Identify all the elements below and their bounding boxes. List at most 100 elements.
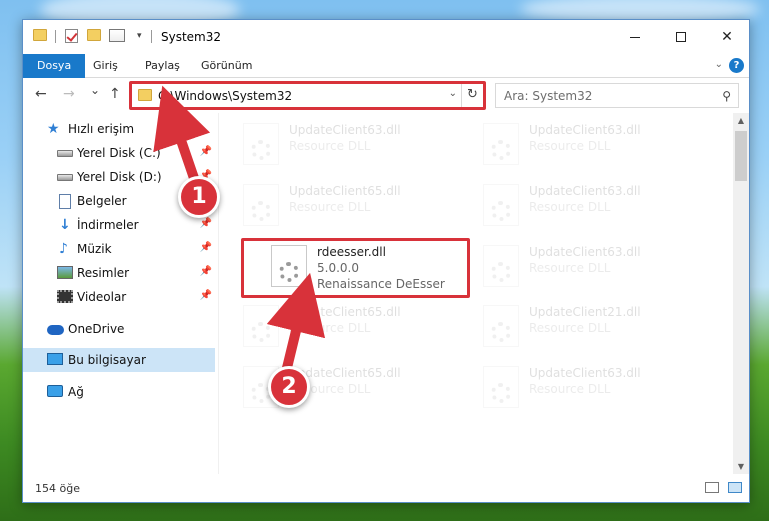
sidebar-item-label: Yerel Disk (C:) <box>77 146 161 160</box>
search-box[interactable]: Ara: System32 ⚲ <box>495 83 739 108</box>
disk-icon <box>57 174 73 181</box>
sidebar-item-label: Hızlı erişim <box>68 122 135 136</box>
minimize-button[interactable] <box>612 20 658 54</box>
window-title: System32 <box>161 30 222 44</box>
gear-icon <box>251 322 271 342</box>
sidebar-item-label: Resimler <box>77 266 130 280</box>
downloads-icon: ↓ <box>59 217 71 233</box>
sidebar-item-onedrive[interactable]: OneDrive <box>23 317 215 341</box>
tab-gorunum[interactable]: Görünüm <box>201 54 252 78</box>
file-type: Resource DLL <box>289 321 371 335</box>
new-folder-icon[interactable] <box>87 29 101 41</box>
close-button[interactable]: ✕ <box>704 20 750 54</box>
file-name: UpdateClient63.dll <box>289 123 401 137</box>
scroll-down-icon[interactable]: ▼ <box>733 459 749 475</box>
file-item[interactable]: UpdateClient21.dll Resource DLL <box>479 301 709 351</box>
toolbar-separator <box>151 30 152 43</box>
file-name: UpdateClient63.dll <box>529 245 641 259</box>
file-item[interactable]: UpdateClient65.dll Resource DLL <box>239 180 469 230</box>
search-icon[interactable]: ⚲ <box>722 89 731 103</box>
address-highlight <box>129 81 486 110</box>
sidebar-item-pictures[interactable]: Resimler 📌 <box>23 261 215 285</box>
file-item[interactable]: UpdateClient63.dll Resource DLL <box>479 119 709 169</box>
scroll-up-icon[interactable]: ▲ <box>733 113 749 129</box>
computer-icon <box>47 353 63 365</box>
pin-icon[interactable]: 📌 <box>200 218 212 229</box>
pin-icon[interactable]: 📌 <box>200 266 212 277</box>
dll-file-icon <box>483 245 519 287</box>
file-item[interactable]: UpdateClient63.dll Resource DLL <box>239 119 469 169</box>
gear-icon <box>251 201 271 221</box>
file-name: UpdateClient63.dll <box>529 184 641 198</box>
file-type: Resource DLL <box>529 261 611 275</box>
forward-button[interactable]: → <box>63 86 75 102</box>
navigation-pane: ★ Hızlı erişim Yerel Disk (C:) 📌 Yerel D… <box>23 113 218 475</box>
sidebar-item-label: OneDrive <box>68 322 125 336</box>
sidebar-item-downloads[interactable]: ↓ İndirmeler 📌 <box>23 213 215 237</box>
file-item[interactable]: UpdateClient63.dll Resource DLL <box>479 180 709 230</box>
gear-icon <box>491 322 511 342</box>
scrollbar-thumb[interactable] <box>735 131 747 181</box>
sidebar-item-music[interactable]: ♪ Müzik 📌 <box>23 237 215 261</box>
properties-check-icon[interactable] <box>65 29 78 43</box>
gear-icon <box>491 201 511 221</box>
quick-access-dropdown-icon[interactable]: ▾ <box>137 31 142 41</box>
explorer-window: ▾ System32 ✕ Dosya Giriş Paylaş Görünüm … <box>22 19 750 503</box>
tab-paylas[interactable]: Paylaş <box>145 54 180 78</box>
pictures-icon <box>57 266 73 279</box>
title-bar: ▾ System32 ✕ <box>23 20 749 54</box>
pin-icon[interactable]: 📌 <box>200 290 212 301</box>
up-button[interactable]: ↑ <box>109 86 121 102</box>
file-name: UpdateClient21.dll <box>529 305 641 319</box>
star-icon: ★ <box>47 121 60 137</box>
item-count: 154 öğe <box>35 482 80 495</box>
file-item[interactable]: UpdateClient63.dll Resource DLL <box>479 241 709 291</box>
maximize-icon <box>676 32 686 42</box>
file-name: UpdateClient63.dll <box>529 366 641 380</box>
ribbon-tabs: Dosya Giriş Paylaş Görünüm ⌄ ? <box>23 54 749 78</box>
sidebar-item-network[interactable]: Ağ <box>23 380 215 404</box>
file-item[interactable]: UpdateClient63.dll Resource DLL <box>479 362 709 412</box>
search-input[interactable]: Ara: System32 <box>504 89 592 103</box>
sidebar-item-local-disk-c[interactable]: Yerel Disk (C:) 📌 <box>23 141 215 165</box>
dll-file-icon <box>243 184 279 226</box>
dll-file-icon <box>483 123 519 165</box>
close-icon: ✕ <box>721 29 733 45</box>
sidebar-item-label: Yerel Disk (D:) <box>77 170 162 184</box>
step-marker-2: 2 <box>268 366 310 408</box>
file-type: Resource DLL <box>529 139 611 153</box>
sidebar-item-label: İndirmeler <box>77 218 139 232</box>
customize-toolbar-icon[interactable] <box>109 29 125 42</box>
sidebar-item-this-pc[interactable]: Bu bilgisayar <box>23 348 215 372</box>
large-icons-view-icon[interactable] <box>728 482 742 493</box>
sidebar-item-videos[interactable]: Videolar 📌 <box>23 285 215 309</box>
onedrive-icon <box>47 325 64 335</box>
file-name: UpdateClient63.dll <box>529 123 641 137</box>
details-view-icon[interactable] <box>705 482 719 493</box>
pin-icon[interactable]: 📌 <box>200 242 212 253</box>
pin-icon[interactable]: 📌 <box>200 146 212 157</box>
dll-file-icon <box>483 366 519 408</box>
tab-giris[interactable]: Giriş <box>93 54 118 78</box>
gear-icon <box>251 140 271 160</box>
file-type: Resource DLL <box>289 200 371 214</box>
file-type: Resource DLL <box>529 382 611 396</box>
vertical-scrollbar[interactable]: ▲ ▼ <box>733 113 749 475</box>
gear-icon <box>491 383 511 403</box>
file-type: Resource DLL <box>529 321 611 335</box>
help-icon[interactable]: ? <box>729 58 744 73</box>
sidebar-item-quick-access[interactable]: ★ Hızlı erişim <box>23 117 215 141</box>
file-item[interactable]: UpdateClient65.dll Resource DLL <box>239 301 469 351</box>
disk-icon <box>57 150 73 157</box>
tab-dosya[interactable]: Dosya <box>23 54 86 78</box>
videos-icon <box>57 290 73 303</box>
recent-locations-button[interactable]: ⌄ <box>90 83 100 97</box>
dll-file-icon <box>243 123 279 165</box>
music-icon: ♪ <box>59 241 68 257</box>
sidebar-item-label: Müzik <box>77 242 112 256</box>
sidebar-item-label: Belgeler <box>77 194 127 208</box>
back-button[interactable]: ← <box>35 86 47 102</box>
network-icon <box>47 385 63 397</box>
expand-ribbon-icon[interactable]: ⌄ <box>715 59 723 70</box>
maximize-button[interactable] <box>658 20 704 54</box>
